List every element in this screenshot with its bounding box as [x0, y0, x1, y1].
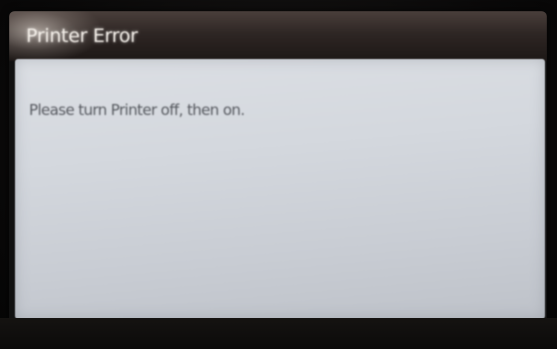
device-bezel	[0, 318, 557, 349]
lcd-screen: Printer Error Please turn Printer off, t…	[9, 11, 547, 329]
dialog-body: Please turn Printer off, then on.	[15, 59, 545, 319]
printer-display-device: Printer Error Please turn Printer off, t…	[0, 0, 557, 349]
dialog-title: Printer Error	[26, 25, 138, 47]
error-message: Please turn Printer off, then on.	[29, 101, 245, 119]
